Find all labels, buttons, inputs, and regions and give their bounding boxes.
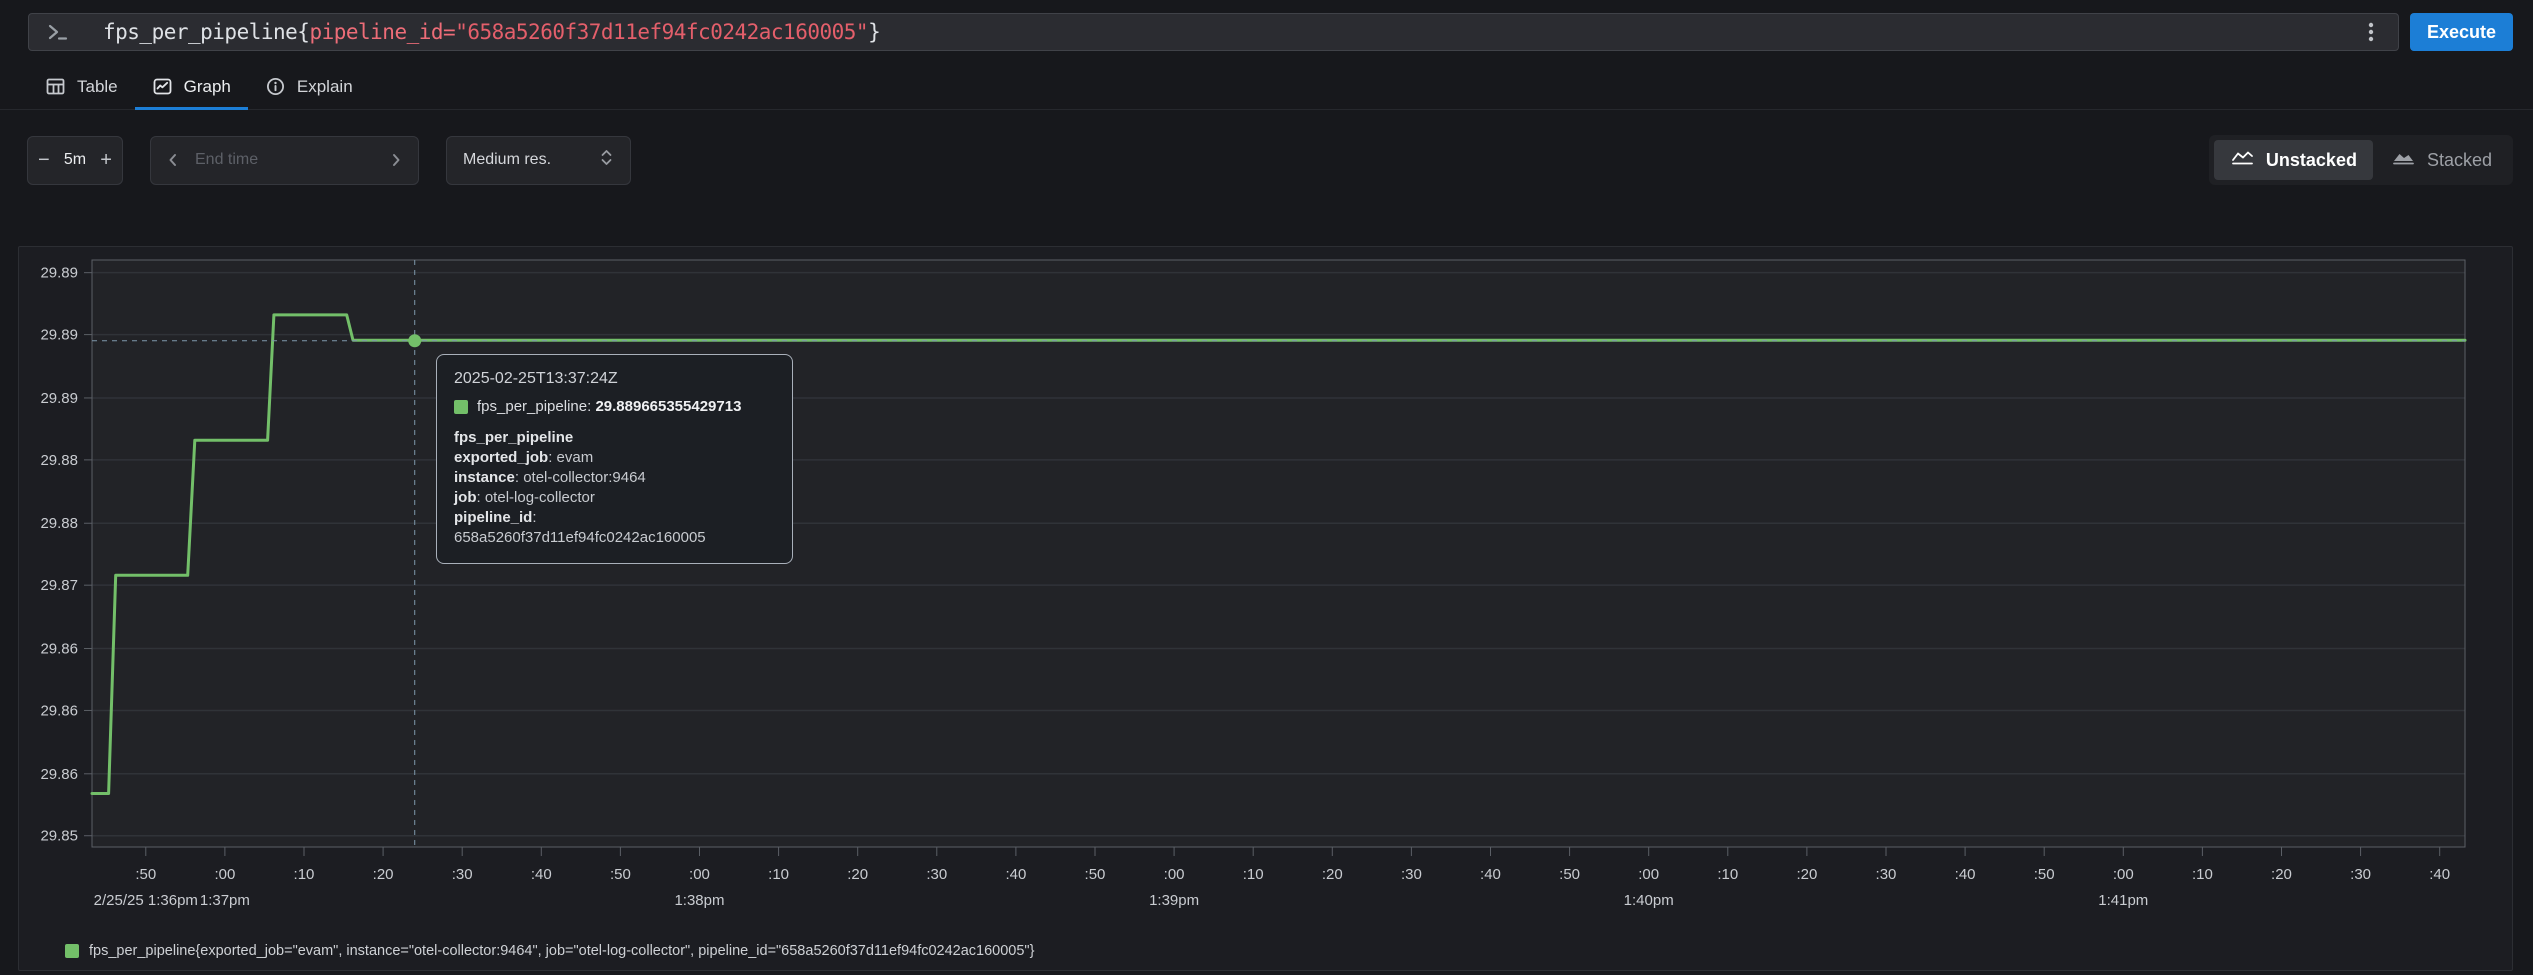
table-icon <box>45 76 66 97</box>
svg-text:29.86: 29.86 <box>40 766 78 783</box>
unstacked-icon <box>2230 148 2255 172</box>
svg-text::40: :40 <box>1955 866 1976 883</box>
svg-text::20: :20 <box>373 866 394 883</box>
svg-text::20: :20 <box>847 866 868 883</box>
svg-text:29.87: 29.87 <box>40 577 78 594</box>
query-input[interactable]: fps_per_pipeline{pipeline_id="658a5260f3… <box>28 13 2399 51</box>
svg-text:1:37pm: 1:37pm <box>200 892 250 909</box>
range-increase-button[interactable]: + <box>100 150 112 170</box>
stacking-toggle: Unstacked Stacked <box>2209 135 2513 185</box>
tooltip-series-value: 29.889665355429713 <box>587 398 741 415</box>
tooltip-labels: fps_per_pipeline exported_jobevam instan… <box>454 428 775 548</box>
svg-text::10: :10 <box>294 866 315 883</box>
resolution-select[interactable]: Medium res. <box>446 136 631 185</box>
svg-text::30: :30 <box>926 866 947 883</box>
promql-expression[interactable]: fps_per_pipeline{pipeline_id="658a5260f3… <box>103 20 880 44</box>
end-time-forward-icon[interactable] <box>388 152 404 168</box>
svg-text:29.88: 29.88 <box>40 452 78 469</box>
svg-text::10: :10 <box>1717 866 1738 883</box>
tab-table[interactable]: Table <box>28 66 135 110</box>
tooltip-label-row: pipeline_id658a5260f37d11ef94fc0242ac160… <box>454 508 775 548</box>
svg-text::00: :00 <box>689 866 710 883</box>
svg-text:1:38pm: 1:38pm <box>674 892 724 909</box>
svg-text::30: :30 <box>1876 866 1897 883</box>
svg-text::30: :30 <box>452 866 473 883</box>
graph-panel: 29.89 29.89 29.89 29.88 29.88 29.87 29.86 29.86… <box>18 246 2513 971</box>
svg-text::50: :50 <box>2034 866 2055 883</box>
svg-text::00: :00 <box>2113 866 2134 883</box>
end-time-picker: End time <box>150 136 419 185</box>
svg-text:1:41pm: 1:41pm <box>2098 892 2148 909</box>
end-time-back-icon[interactable] <box>165 152 181 168</box>
info-icon <box>265 76 286 97</box>
svg-text::10: :10 <box>1243 866 1264 883</box>
legend-series-label: fps_per_pipeline{exported_job="evam", in… <box>89 943 1034 959</box>
range-decrease-button[interactable]: − <box>38 150 50 170</box>
view-tabs: Table Graph Explain <box>0 66 2533 110</box>
tab-table-label: Table <box>77 77 118 97</box>
chart-tooltip: 2025-02-25T13:37:24Z fps_per_pipeline29.… <box>436 354 793 564</box>
svg-text::30: :30 <box>2350 866 2371 883</box>
svg-text::50: :50 <box>1085 866 1106 883</box>
select-updown-icon <box>599 148 614 172</box>
svg-text::10: :10 <box>768 866 789 883</box>
svg-text::20: :20 <box>2271 866 2292 883</box>
kebab-menu-icon[interactable] <box>2360 19 2382 45</box>
resolution-value: Medium res. <box>463 151 551 169</box>
svg-text::50: :50 <box>1559 866 1580 883</box>
tab-graph-label: Graph <box>184 77 231 97</box>
svg-text::50: :50 <box>135 866 156 883</box>
tooltip-label-row: fps_per_pipeline <box>454 428 775 448</box>
chart-legend[interactable]: fps_per_pipeline{exported_job="evam", in… <box>65 943 1034 959</box>
svg-text::50: :50 <box>610 866 631 883</box>
range-selector: − 5m + <box>27 136 123 185</box>
svg-text::10: :10 <box>2192 866 2213 883</box>
tooltip-timestamp: 2025-02-25T13:37:24Z <box>454 370 775 388</box>
unstacked-button[interactable]: Unstacked <box>2214 140 2373 180</box>
svg-text:1:39pm: 1:39pm <box>1149 892 1199 909</box>
svg-text:29.89: 29.89 <box>40 265 78 282</box>
graph-controls: − 5m + End time Medium res. <box>27 135 2513 185</box>
svg-text:29.85: 29.85 <box>40 828 78 845</box>
svg-text::00: :00 <box>214 866 235 883</box>
svg-text:29.89: 29.89 <box>40 327 78 344</box>
legend-color-swatch <box>65 944 79 958</box>
stacked-button[interactable]: Stacked <box>2375 140 2508 180</box>
svg-text:1:40pm: 1:40pm <box>1624 892 1674 909</box>
svg-text::30: :30 <box>1401 866 1422 883</box>
svg-text::40: :40 <box>1480 866 1501 883</box>
terminal-prompt-icon <box>45 20 69 44</box>
svg-text::40: :40 <box>1005 866 1026 883</box>
svg-text:29.88: 29.88 <box>40 515 78 532</box>
svg-text::40: :40 <box>531 866 552 883</box>
tooltip-series-name: fps_per_pipeline <box>477 398 587 415</box>
range-value[interactable]: 5m <box>64 151 86 169</box>
tooltip-label-row: jobotel-log-collector <box>454 488 775 508</box>
stacked-icon <box>2391 148 2416 172</box>
svg-text::20: :20 <box>1322 866 1343 883</box>
query-toolbar: fps_per_pipeline{pipeline_id="658a5260f3… <box>0 0 2533 51</box>
svg-text:29.86: 29.86 <box>40 641 78 658</box>
tooltip-value-row: fps_per_pipeline29.889665355429713 <box>454 398 775 415</box>
end-time-input[interactable]: End time <box>181 151 388 169</box>
execute-button[interactable]: Execute <box>2410 13 2513 51</box>
stacked-label: Stacked <box>2427 150 2492 171</box>
tab-graph[interactable]: Graph <box>135 66 248 110</box>
tooltip-label-row: instanceotel-collector:9464 <box>454 468 775 488</box>
graph-icon <box>152 76 173 97</box>
svg-text:29.86: 29.86 <box>40 702 78 719</box>
svg-text::00: :00 <box>1164 866 1185 883</box>
series-color-swatch <box>454 400 468 414</box>
svg-text:2/25/25 1:36pm: 2/25/25 1:36pm <box>94 892 198 909</box>
svg-text::00: :00 <box>1638 866 1659 883</box>
time-series-chart[interactable]: 29.89 29.89 29.89 29.88 29.88 29.87 29.86 29.86… <box>19 247 2514 972</box>
tooltip-label-row: exported_jobevam <box>454 448 775 468</box>
tab-explain-label: Explain <box>297 77 353 97</box>
tab-explain[interactable]: Explain <box>248 66 370 110</box>
svg-text:29.89: 29.89 <box>40 390 78 407</box>
unstacked-label: Unstacked <box>2266 150 2357 171</box>
svg-text::20: :20 <box>1796 866 1817 883</box>
svg-text::40: :40 <box>2429 866 2450 883</box>
